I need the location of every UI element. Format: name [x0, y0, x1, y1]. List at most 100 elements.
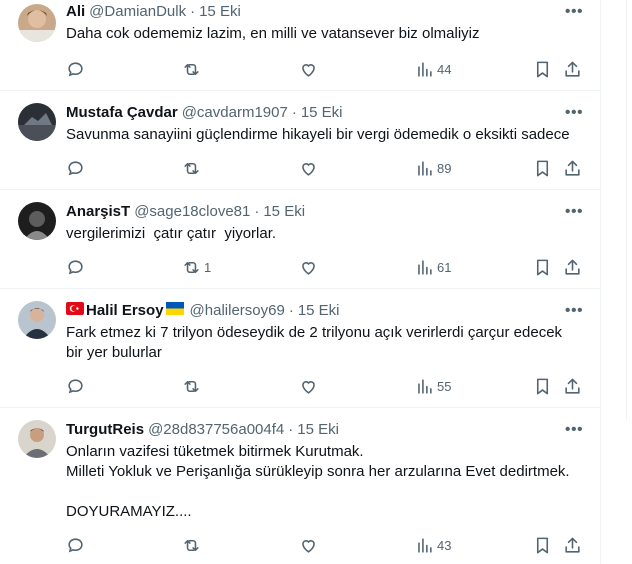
tweet-text: Savunma sanayiini güçlendirme hikayeli b… — [66, 126, 570, 143]
bookmark-icon — [536, 259, 549, 275]
share-button[interactable] — [563, 157, 582, 179]
tweet-date[interactable]: 15 Eki — [199, 2, 241, 22]
reply-tweet[interactable]: Halil Ersoy @halilersoy69 · 15 Eki ••• F… — [0, 289, 600, 408]
views-button[interactable]: 44 — [415, 58, 451, 80]
tweet-text: Onların vazifesi tüketmek bitirmek Kurut… — [66, 443, 570, 520]
views-button[interactable]: 55 — [415, 375, 451, 397]
reply-icon — [68, 537, 83, 552]
bookmark-button[interactable] — [533, 534, 552, 556]
display-name[interactable]: Mustafa Çavdar — [66, 103, 178, 123]
share-icon — [565, 160, 580, 176]
tweet-text: Daha cok odememiz lazim, en milli ve vat… — [66, 25, 480, 42]
share-icon — [565, 378, 580, 394]
reply-tweet[interactable]: Mustafa Çavdar @cavdarm1907 · 15 Eki •••… — [0, 91, 600, 190]
reply-tweet[interactable]: Ali @DamianDulk · 15 Eki ••• Daha cok od… — [0, 0, 600, 91]
avatar[interactable] — [18, 103, 56, 141]
display-name[interactable]: Ali — [66, 2, 85, 22]
reply-button[interactable] — [66, 375, 85, 397]
tweet-header: Mustafa Çavdar @cavdarm1907 · 15 Eki — [66, 103, 584, 123]
bookmark-button[interactable] — [533, 58, 552, 80]
tweet-text: vergilerimizi çatır çatır yiyorlar. — [66, 225, 277, 242]
user-handle[interactable]: @28d837756a004f4 — [148, 420, 284, 440]
avatar[interactable] — [18, 301, 56, 339]
display-name[interactable]: TurgutReis — [66, 420, 144, 440]
bookmark-icon — [536, 537, 549, 553]
turkey-flag-icon — [66, 301, 84, 321]
retweet-button[interactable] — [182, 58, 204, 80]
tweet-date[interactable]: 15 Eki — [297, 420, 339, 440]
tweet-date[interactable]: 15 Eki — [263, 202, 305, 222]
display-name[interactable]: AnarşisT — [66, 202, 130, 222]
bookmark-button[interactable] — [533, 157, 552, 179]
tweet-header: TurgutReis @28d837756a004f4 · 15 Eki — [66, 420, 584, 440]
separator-dot: · — [288, 421, 294, 438]
views-button[interactable]: 61 — [415, 256, 451, 278]
views-button[interactable]: 43 — [415, 534, 451, 556]
ukraine-flag-icon — [165, 301, 184, 321]
like-icon — [302, 261, 315, 275]
share-button[interactable] — [563, 534, 582, 556]
user-handle[interactable]: @DamianDulk — [89, 2, 186, 22]
share-button[interactable] — [563, 58, 582, 80]
retweet-icon — [184, 63, 199, 75]
share-icon — [565, 61, 580, 77]
more-icon[interactable]: ••• — [562, 301, 586, 321]
like-icon — [302, 380, 315, 394]
tweet-header: AnarşisT @sage18clove81 · 15 Eki — [66, 202, 584, 222]
more-icon[interactable]: ••• — [562, 202, 586, 222]
share-button[interactable] — [563, 375, 582, 397]
avatar[interactable] — [18, 202, 56, 240]
retweet-button[interactable] — [182, 534, 204, 556]
bookmark-button[interactable] — [533, 375, 552, 397]
reply-button[interactable] — [66, 534, 85, 556]
avatar[interactable] — [18, 420, 56, 458]
more-icon[interactable]: ••• — [562, 103, 586, 123]
column-divider — [626, 0, 627, 420]
more-icon[interactable]: ••• — [562, 2, 586, 22]
reply-button[interactable] — [66, 256, 85, 278]
user-handle[interactable]: @cavdarm1907 — [182, 103, 288, 123]
reply-tweet[interactable]: AnarşisT @sage18clove81 · 15 Eki ••• ver… — [0, 190, 600, 289]
like-button[interactable] — [299, 256, 318, 278]
views-icon — [418, 378, 432, 394]
like-button[interactable] — [299, 375, 318, 397]
like-icon — [302, 63, 315, 77]
tweet-actions: 89 — [66, 157, 586, 179]
reply-icon — [68, 378, 83, 393]
more-icon[interactable]: ••• — [562, 420, 586, 440]
separator-dot: · — [291, 104, 297, 121]
reply-button[interactable] — [66, 157, 85, 179]
like-button[interactable] — [299, 534, 318, 556]
tweet-actions: 55 — [66, 375, 586, 397]
retweet-button[interactable] — [182, 375, 204, 397]
retweet-count: 1 — [204, 259, 212, 275]
views-count: 44 — [437, 61, 452, 77]
tweet-date[interactable]: 15 Eki — [298, 301, 340, 321]
reply-tweet[interactable]: TurgutReis @28d837756a004f4 · 15 Eki •••… — [0, 408, 600, 564]
retweet-icon — [184, 539, 199, 551]
share-button[interactable] — [563, 256, 582, 278]
tweet-header: Halil Ersoy @halilersoy69 · 15 Eki — [66, 301, 584, 321]
tweet-actions: 44 — [66, 58, 586, 80]
separator-dot: · — [288, 302, 294, 319]
reply-feed: Ali @DamianDulk · 15 Eki ••• Daha cok od… — [0, 0, 601, 564]
retweet-icon — [184, 380, 199, 392]
views-button[interactable]: 89 — [415, 157, 451, 179]
user-handle[interactable]: @sage18clove81 — [134, 202, 250, 222]
display-name[interactable]: Halil Ersoy — [86, 301, 164, 321]
share-icon — [565, 537, 580, 553]
like-icon — [302, 162, 315, 176]
views-count: 61 — [437, 259, 452, 275]
bookmark-button[interactable] — [533, 256, 552, 278]
reply-button[interactable] — [66, 58, 85, 80]
like-button[interactable] — [299, 58, 318, 80]
retweet-button[interactable] — [182, 157, 204, 179]
avatar[interactable] — [18, 4, 56, 42]
views-icon — [418, 61, 432, 77]
views-icon — [418, 160, 432, 176]
like-button[interactable] — [299, 157, 318, 179]
tweet-date[interactable]: 15 Eki — [301, 103, 343, 123]
tweet-header: Ali @DamianDulk · 15 Eki — [66, 2, 584, 22]
retweet-button[interactable]: 1 — [182, 256, 211, 278]
user-handle[interactable]: @halilersoy69 — [190, 301, 285, 321]
